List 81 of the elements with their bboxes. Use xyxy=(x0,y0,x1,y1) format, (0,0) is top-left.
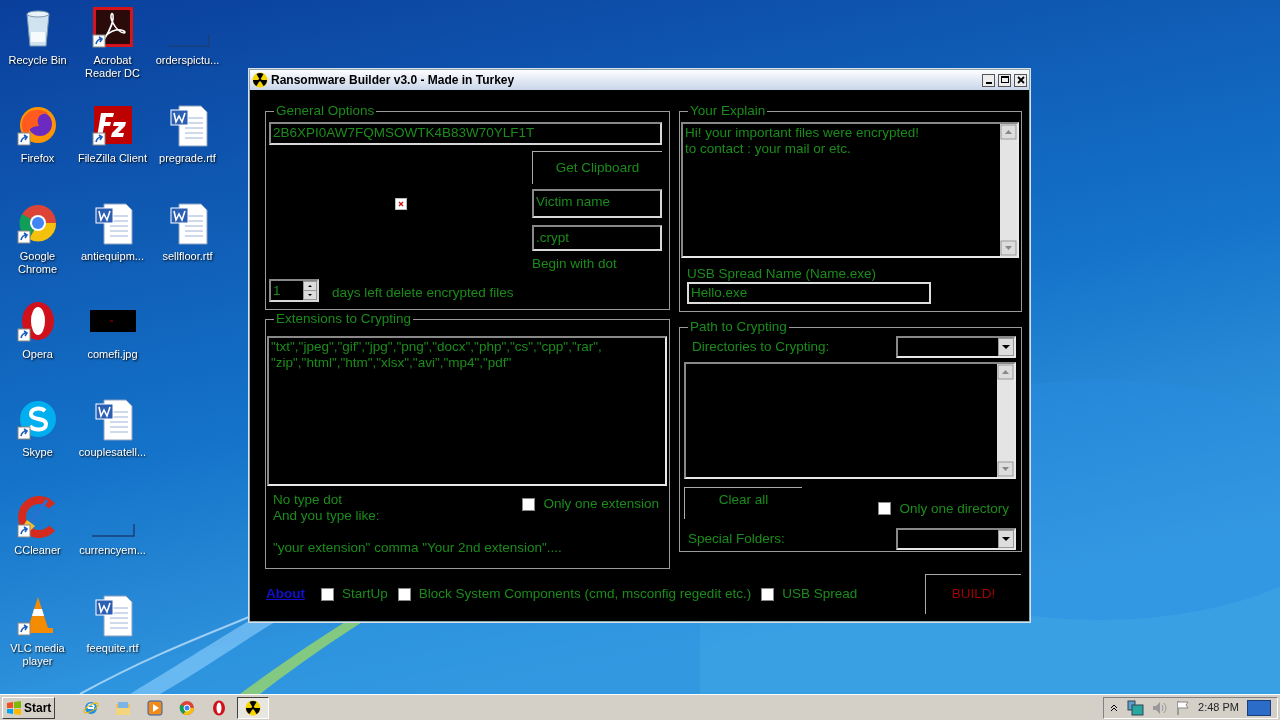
broken-image-icon xyxy=(394,197,407,210)
clear-all-button[interactable]: Clear all xyxy=(684,487,802,519)
minimize-icon xyxy=(985,82,992,84)
icon-label[interactable]: Opera xyxy=(0,348,75,361)
special-folders-dropdown[interactable] xyxy=(896,528,1016,550)
start-button[interactable]: Start xyxy=(2,696,56,719)
checkbox-label[interactable]: StartUp xyxy=(342,583,388,605)
checkbox-label[interactable]: Block System Components (cmd, msconfig regedit etc.) xyxy=(418,583,752,605)
icon-label[interactable]: Google Chrome xyxy=(0,250,75,276)
checkbox-label[interactable]: Only one extension xyxy=(543,494,659,515)
extension-field[interactable]: .crypt xyxy=(532,224,662,251)
message-text: Hi! your important files were encrypted! to contact : your mail or etc. xyxy=(684,124,921,158)
chevron-up-icon[interactable] xyxy=(1110,703,1119,712)
spin-arrows-icon[interactable] xyxy=(303,280,317,300)
scrollbar[interactable] xyxy=(1000,124,1017,256)
radiation-icon[interactable] xyxy=(245,699,262,716)
browser-icon[interactable] xyxy=(16,202,59,246)
checkbox[interactable] xyxy=(321,587,334,601)
icon-label[interactable]: Skype xyxy=(0,446,75,459)
e-globe-icon[interactable] xyxy=(83,699,100,716)
group-title: Your Explain xyxy=(688,103,768,119)
group-title: General Options xyxy=(274,103,377,119)
s-logo-icon[interactable] xyxy=(16,398,59,442)
icon-label[interactable]: pregrade.rtf xyxy=(150,152,225,165)
group-title: Extensions to Crypting xyxy=(274,311,414,327)
icon-label[interactable]: VLC media player xyxy=(0,642,75,668)
flag-icon[interactable] xyxy=(1176,699,1191,716)
key-field[interactable]: 2B6XPI0AW7FQMSOWTK4B83W70YLF1T xyxy=(269,122,662,145)
close-button[interactable] xyxy=(1014,73,1027,87)
show-desktop-icon[interactable] xyxy=(1247,699,1271,716)
icon-label[interactable]: Firefox xyxy=(0,152,75,165)
network-icon[interactable] xyxy=(1126,699,1145,716)
checkbox[interactable] xyxy=(522,497,536,511)
play-icon[interactable] xyxy=(147,699,164,716)
maximize-button[interactable] xyxy=(998,73,1011,87)
browser-icon[interactable] xyxy=(179,699,196,716)
directories-label: Directories to Crypting: xyxy=(692,337,830,356)
note-text: No type dot And you type like: xyxy=(273,492,380,524)
extensions-field[interactable]: "txt","jpeg","gif","jpg","png","docx","php","cs","cpp","rar", "zip","html","htm","xlsx","avi","mp4","pdf" xyxy=(267,336,667,486)
checkbox-label[interactable]: USB Spread xyxy=(782,583,858,605)
checkbox[interactable] xyxy=(761,587,775,601)
scrollbar[interactable] xyxy=(997,364,1014,477)
directories-list[interactable] xyxy=(684,362,1016,479)
icon-label[interactable]: couplesatell... xyxy=(75,446,150,459)
checkbox[interactable] xyxy=(878,502,892,516)
hint-text: Begin with dot xyxy=(532,254,618,273)
icon-label[interactable]: Recycle Bin xyxy=(0,54,75,67)
clipboard-button[interactable]: Get Clipboard xyxy=(532,151,662,184)
days-label: days left delete encrypted files xyxy=(332,284,514,302)
usb-name-label: USB Spread Name (Name.exe) xyxy=(687,266,878,282)
icon-label[interactable]: sellfloor.rtf xyxy=(150,250,225,263)
example-text: "your extension" comma "Your 2nd extension".... xyxy=(272,539,563,557)
maximize-icon xyxy=(999,75,1010,85)
checkbox-label[interactable]: Only one directory xyxy=(899,498,1009,519)
directories-dropdown[interactable] xyxy=(896,336,1016,358)
globe-fox-icon[interactable] xyxy=(16,104,59,148)
fz-logo-icon[interactable] xyxy=(91,104,134,148)
icon-label[interactable]: CCleaner xyxy=(0,544,75,557)
clock-text[interactable]: 2:48 PM xyxy=(1198,699,1239,716)
icon-label[interactable]: Acrobat Reader DC xyxy=(75,54,150,80)
radiation-icon xyxy=(252,72,268,88)
special-folders-label: Special Folders: xyxy=(688,529,785,548)
minimize-button[interactable] xyxy=(982,73,995,87)
icon-label[interactable]: antiequipm... xyxy=(75,250,150,263)
windows-logo-icon xyxy=(6,700,22,715)
close-icon xyxy=(1015,75,1026,85)
icon-label[interactable]: comefi.jpg xyxy=(75,348,150,361)
usb-name-field[interactable]: Hello.exe xyxy=(687,282,931,304)
ring-logo-icon[interactable] xyxy=(211,699,228,716)
pdf-app-icon[interactable] xyxy=(91,6,134,50)
days-spinner[interactable]: 1 xyxy=(269,278,319,302)
icon-label[interactable]: feequite.rtf xyxy=(75,642,150,655)
days-value: 1 xyxy=(273,281,281,299)
icon-label[interactable]: orderspictu... xyxy=(150,54,225,67)
window-title: Ransomware Builder v3.0 - Made in Turkey xyxy=(271,72,516,89)
icon-label[interactable]: currencyem... xyxy=(75,544,150,557)
victim-name-field[interactable]: Victim name xyxy=(532,188,662,218)
checkbox[interactable] xyxy=(397,587,411,601)
message-field[interactable]: Hi! your important files were encrypted! to contact : your mail or etc. xyxy=(681,122,1019,258)
icon-label[interactable]: FileZilla Client xyxy=(75,152,150,165)
group-title: Path to Crypting xyxy=(688,319,789,335)
